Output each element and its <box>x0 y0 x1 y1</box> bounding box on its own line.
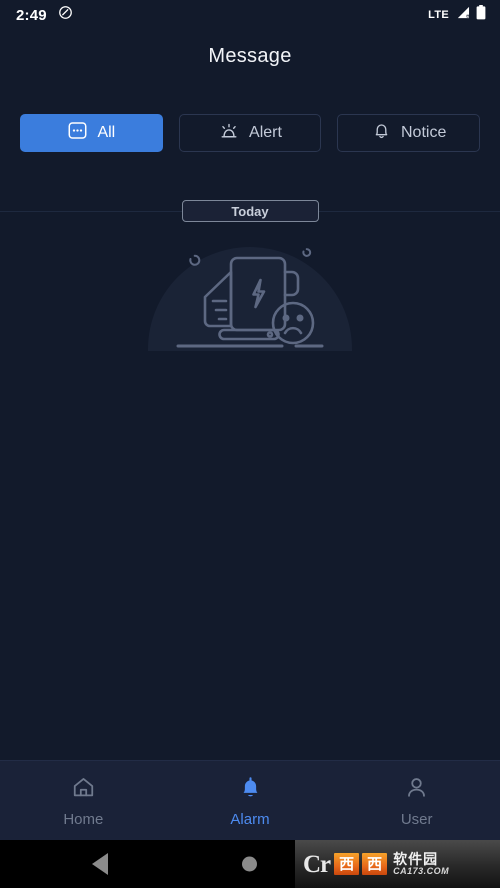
home-circle-icon[interactable] <box>242 856 257 872</box>
nav-item-alarm-label: Alarm <box>230 810 270 828</box>
date-divider-label: Today <box>231 203 269 219</box>
date-divider-pill: Today <box>181 200 319 222</box>
nav-item-user-label: User <box>400 810 433 828</box>
tab-alert-label: Alert <box>249 124 282 141</box>
tab-alert[interactable]: Alert <box>178 114 322 152</box>
status-bar-right: LTE <box>428 5 486 25</box>
nav-item-home[interactable]: Home <box>0 761 167 840</box>
watermark-site-name: 软件园 <box>393 851 439 867</box>
battery-full-icon <box>476 5 486 25</box>
date-divider: Today <box>0 199 500 223</box>
watermark-text: 软件园 CA173.COM <box>393 852 449 876</box>
bell-icon <box>371 120 392 146</box>
home-icon <box>71 775 96 805</box>
tab-notice-label: Notice <box>401 124 447 141</box>
watermark-boxes: 西 西 <box>334 853 388 875</box>
tab-notice[interactable]: Notice <box>337 114 481 152</box>
bottom-navigation-bar: Home Alarm User <box>0 760 500 840</box>
tab-all[interactable]: All <box>20 114 163 152</box>
watermark-url: CA173.COM <box>393 866 450 876</box>
siren-icon <box>218 120 240 147</box>
watermark-box-1: 西 <box>334 853 360 875</box>
status-bar: 2:49 LTE <box>0 0 500 30</box>
message-filter-tabs: All Alert Notice <box>0 114 500 152</box>
nav-item-alarm[interactable]: Alarm <box>167 761 334 840</box>
system-navigation-bar: Cr 西 西 软件园 CA173.COM <box>0 840 500 888</box>
nav-item-home-label: Home <box>63 810 104 828</box>
network-type-label: LTE <box>428 8 449 21</box>
no-data-power-bank-sad-face-illustration <box>140 231 360 451</box>
site-watermark: Cr 西 西 软件园 CA173.COM <box>295 840 500 888</box>
status-bar-clock: 2:49 <box>16 6 47 24</box>
page-title: Message <box>208 44 292 67</box>
status-bar-left: 2:49 <box>16 5 73 25</box>
person-icon <box>404 775 429 805</box>
do-not-disturb-icon <box>58 5 73 25</box>
message-dots-icon <box>67 120 88 146</box>
watermark-box-2: 西 <box>362 853 388 875</box>
app-screen: 2:49 LTE Message All Alert Notice Today … <box>0 0 500 888</box>
tab-all-label: All <box>97 124 116 141</box>
message-list-empty-state <box>0 223 500 760</box>
bell-filled-icon <box>238 775 263 805</box>
watermark-logo: Cr <box>303 850 331 878</box>
page-header: Message <box>0 30 500 82</box>
signal-bars-icon <box>455 6 470 25</box>
back-triangle-icon[interactable] <box>92 853 108 875</box>
nav-item-user[interactable]: User <box>333 761 500 840</box>
